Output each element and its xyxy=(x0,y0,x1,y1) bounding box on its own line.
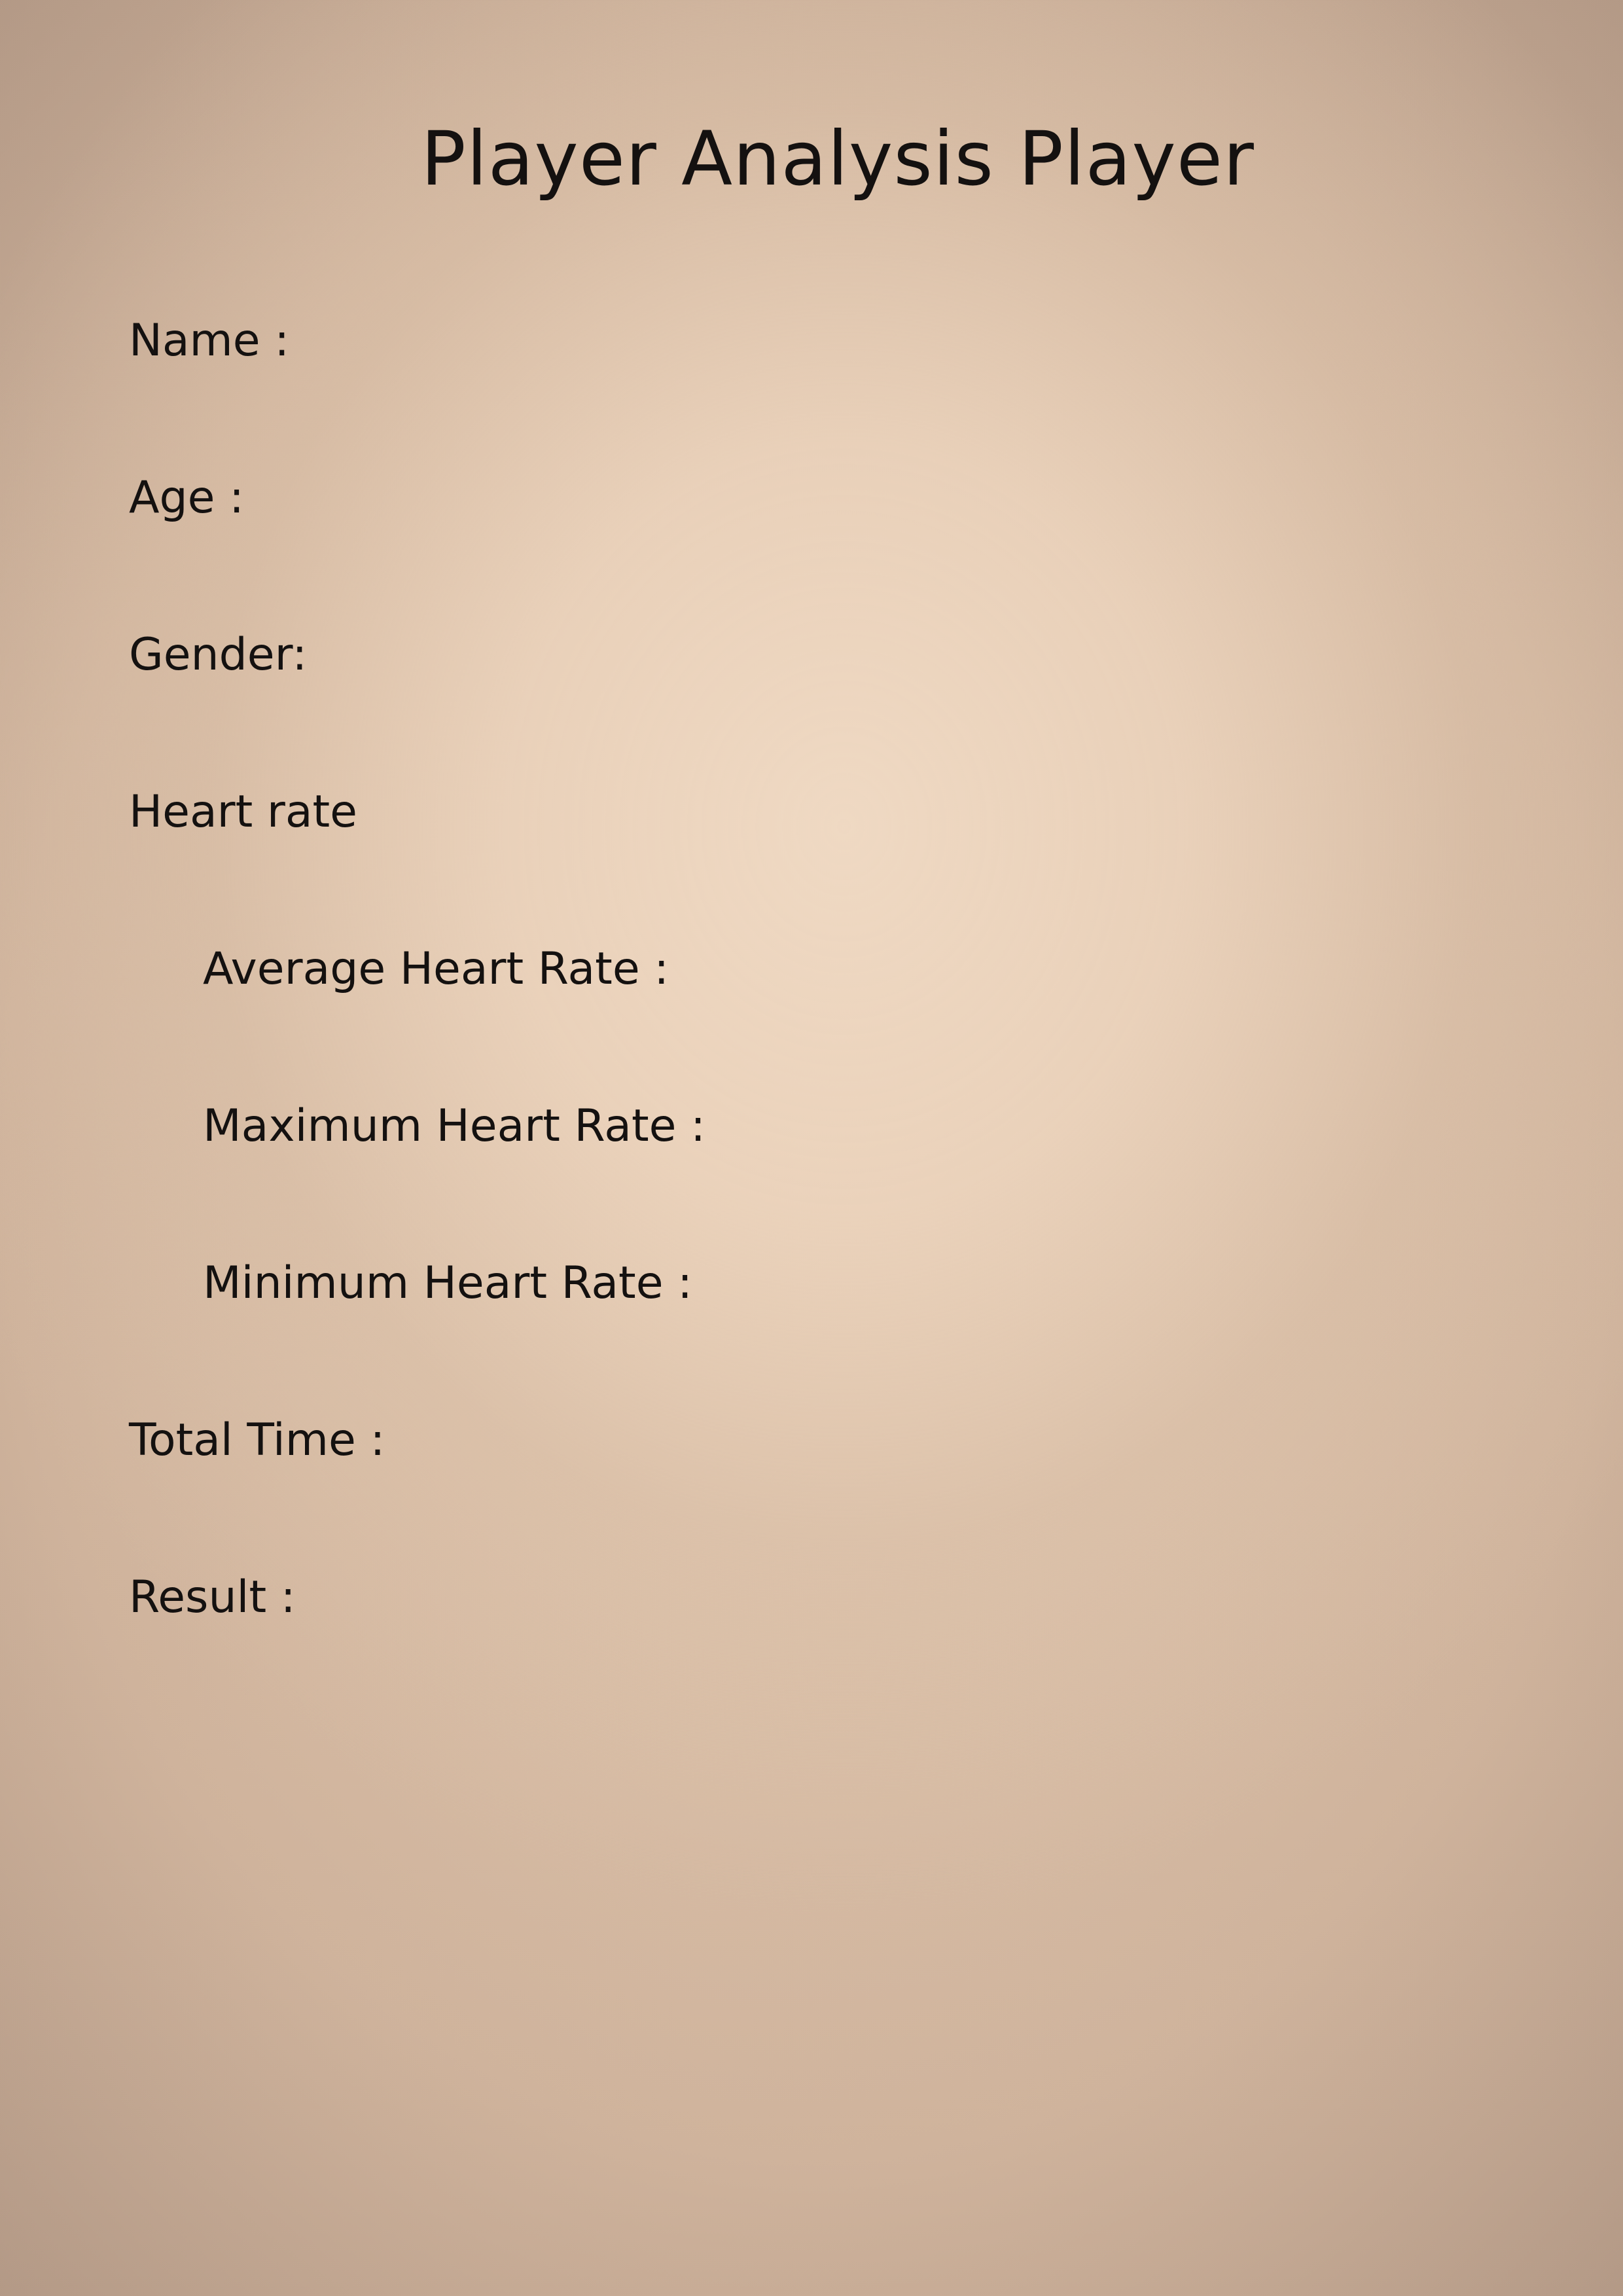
age-label: Age : xyxy=(129,472,245,524)
page-title: Player Analysis Player xyxy=(421,115,1255,202)
name-label: Name : xyxy=(129,315,290,367)
average-heart-rate-label: Average Heart Rate : xyxy=(203,943,669,995)
document-page: Player Analysis Player Name : Age : Gend… xyxy=(0,0,1623,2296)
total-time-label: Total Time : xyxy=(129,1414,385,1466)
result-label: Result : xyxy=(129,1571,296,1623)
gender-label: Gender: xyxy=(129,629,308,681)
heart-rate-heading: Heart rate xyxy=(129,786,357,838)
minimum-heart-rate-label: Minimum Heart Rate : xyxy=(203,1257,693,1309)
maximum-heart-rate-label: Maximum Heart Rate : xyxy=(203,1100,705,1152)
